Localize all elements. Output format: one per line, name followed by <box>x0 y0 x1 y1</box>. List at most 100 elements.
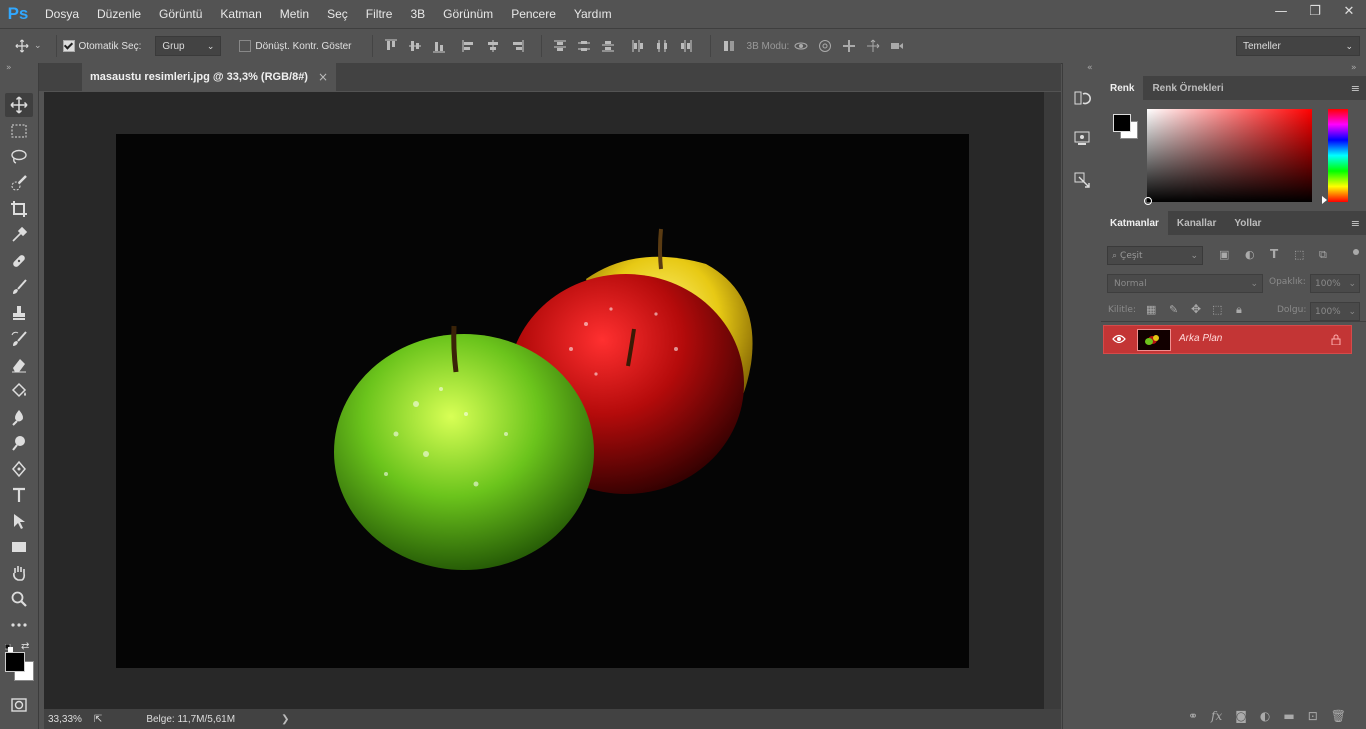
hue-slider-handle[interactable] <box>1322 196 1327 204</box>
menu-layer[interactable]: Katman <box>211 0 270 28</box>
distribute-bottom-icon[interactable] <box>596 34 620 58</box>
menu-select[interactable]: Seç <box>318 0 357 28</box>
panel-menu-icon[interactable]: ≡ <box>1351 217 1360 230</box>
distribute-left-icon[interactable] <box>626 34 650 58</box>
restore-button[interactable]: ❐ <box>1298 0 1332 22</box>
filter-pixel-icon[interactable]: ▣ <box>1219 248 1229 261</box>
align-bottom-icon[interactable] <box>427 34 451 58</box>
tab-layers[interactable]: Katmanlar <box>1101 211 1168 235</box>
menu-3d[interactable]: 3B <box>401 0 434 28</box>
eraser-tool-icon[interactable] <box>5 353 33 377</box>
distribute-hcenter-icon[interactable] <box>650 34 674 58</box>
lock-position-icon[interactable]: ✥ <box>1191 302 1201 316</box>
collapse-panels-icon[interactable]: » <box>1351 63 1357 73</box>
distribute-right-icon[interactable] <box>674 34 698 58</box>
blend-mode-dropdown[interactable]: Normal ⌄ <box>1107 274 1263 293</box>
dodge-tool-icon[interactable] <box>5 431 33 455</box>
align-top-icon[interactable] <box>379 34 403 58</box>
layer-name[interactable]: Arka Plan <box>1179 333 1222 344</box>
lock-transparent-icon[interactable]: ▦ <box>1146 303 1156 316</box>
adjustment-layer-icon[interactable]: ◐ <box>1260 709 1270 723</box>
document-tab[interactable]: masaustu resimleri.jpg @ 33,3% (RGB/8#) … <box>82 63 337 91</box>
collapse-toolbar-icon[interactable]: » <box>6 63 12 73</box>
blur-tool-icon[interactable] <box>5 405 33 429</box>
menu-type[interactable]: Metin <box>271 0 318 28</box>
color-panel-fg-swatch[interactable] <box>1113 114 1131 132</box>
foreground-color-swatch[interactable] <box>5 652 25 672</box>
lock-image-icon[interactable]: ✎ <box>1169 303 1178 316</box>
zoom-tool-icon[interactable] <box>5 587 33 611</box>
canvas-image[interactable] <box>116 134 969 668</box>
hue-slider[interactable] <box>1328 109 1348 202</box>
align-vcenter-icon[interactable] <box>403 34 427 58</box>
rectangle-tool-icon[interactable] <box>5 535 33 559</box>
adjustments-panel-icon[interactable] <box>1070 168 1094 192</box>
photoshop-logo[interactable]: Ps <box>0 0 36 28</box>
more-tools-icon[interactable] <box>5 613 33 637</box>
transform-controls-checkbox[interactable] <box>239 40 252 52</box>
layer-row[interactable]: Arka Plan <box>1103 325 1352 354</box>
eyedropper-tool-icon[interactable] <box>5 223 33 247</box>
menu-image[interactable]: Görüntü <box>150 0 211 28</box>
move-tool-preset-icon[interactable] <box>10 34 34 58</box>
type-tool-icon[interactable] <box>5 483 33 507</box>
align-hcenter-icon[interactable] <box>481 34 505 58</box>
auto-align-icon[interactable] <box>717 34 741 58</box>
eye-icon[interactable] <box>1112 334 1126 344</box>
menu-help[interactable]: Yardım <box>565 0 621 28</box>
link-layers-icon[interactable]: ⚭ <box>1188 709 1198 723</box>
hand-tool-icon[interactable] <box>5 561 33 585</box>
crop-tool-icon[interactable] <box>5 197 33 221</box>
auto-select-dropdown[interactable]: Grup ⌄ <box>155 36 222 56</box>
filter-adjustment-icon[interactable]: ◐ <box>1245 248 1255 261</box>
default-colors-icon[interactable] <box>4 642 13 652</box>
layer-filter-dropdown[interactable]: ⌕ Çeşit ⌄ <box>1107 246 1203 265</box>
swap-colors-icon[interactable]: ⇄ <box>21 641 29 652</box>
history-panel-icon[interactable] <box>1070 86 1094 110</box>
chevron-down-icon[interactable]: ⌄ <box>34 41 42 51</box>
3d-pan-icon[interactable] <box>837 34 861 58</box>
menu-file[interactable]: Dosya <box>36 0 88 28</box>
opacity-field[interactable]: 100% ⌄ <box>1310 274 1360 293</box>
brush-tool-icon[interactable] <box>5 275 33 299</box>
workspace-dropdown[interactable]: Temeller ⌄ <box>1236 36 1360 56</box>
menu-edit[interactable]: Düzenle <box>88 0 150 28</box>
filter-shape-icon[interactable]: ⬚ <box>1294 248 1304 261</box>
lock-artboard-icon[interactable]: ⬚ <box>1212 303 1222 316</box>
filter-toggle-icon[interactable] <box>1353 249 1359 255</box>
status-menu-arrow-icon[interactable]: ❯ <box>281 714 289 725</box>
properties-panel-icon[interactable] <box>1070 126 1094 150</box>
new-group-icon[interactable]: ▬ <box>1283 709 1294 723</box>
healing-brush-tool-icon[interactable] <box>5 249 33 273</box>
tab-color[interactable]: Renk <box>1101 76 1144 100</box>
minimize-button[interactable]: — <box>1264 0 1298 22</box>
close-button[interactable]: ✕ <box>1332 0 1366 22</box>
auto-select-checkbox[interactable] <box>62 40 75 52</box>
new-layer-icon[interactable]: ⊡ <box>1308 709 1318 723</box>
zoom-level[interactable]: 33,33% <box>48 714 82 725</box>
distribute-top-icon[interactable] <box>548 34 572 58</box>
3d-orbit-icon[interactable] <box>789 34 813 58</box>
3d-scale-icon[interactable] <box>885 34 909 58</box>
3d-slide-icon[interactable] <box>861 34 885 58</box>
vertical-scrollbar[interactable] <box>1044 92 1061 709</box>
distribute-vcenter-icon[interactable] <box>572 34 596 58</box>
fill-field[interactable]: 100% ⌄ <box>1310 302 1360 321</box>
tab-swatches[interactable]: Renk Örnekleri <box>1143 76 1232 100</box>
close-tab-icon[interactable]: × <box>318 70 328 84</box>
paint-bucket-tool-icon[interactable] <box>5 379 33 403</box>
quick-selection-tool-icon[interactable] <box>5 171 33 195</box>
lock-all-icon[interactable]: 🔒︎ <box>1236 303 1242 317</box>
export-icon[interactable]: ⇱ <box>94 714 102 725</box>
lasso-tool-icon[interactable] <box>5 145 33 169</box>
menu-view[interactable]: Görünüm <box>434 0 502 28</box>
filter-type-icon[interactable]: T <box>1270 247 1278 261</box>
color-picker-cursor[interactable] <box>1144 197 1152 205</box>
panel-menu-icon[interactable]: ≡ <box>1351 82 1360 95</box>
tab-channels[interactable]: Kanallar <box>1168 211 1225 235</box>
path-selection-tool-icon[interactable] <box>5 509 33 533</box>
add-mask-icon[interactable]: ◙ <box>1235 709 1247 723</box>
clone-stamp-tool-icon[interactable] <box>5 301 33 325</box>
layer-style-icon[interactable]: fx <box>1211 709 1222 723</box>
menu-window[interactable]: Pencere <box>502 0 565 28</box>
